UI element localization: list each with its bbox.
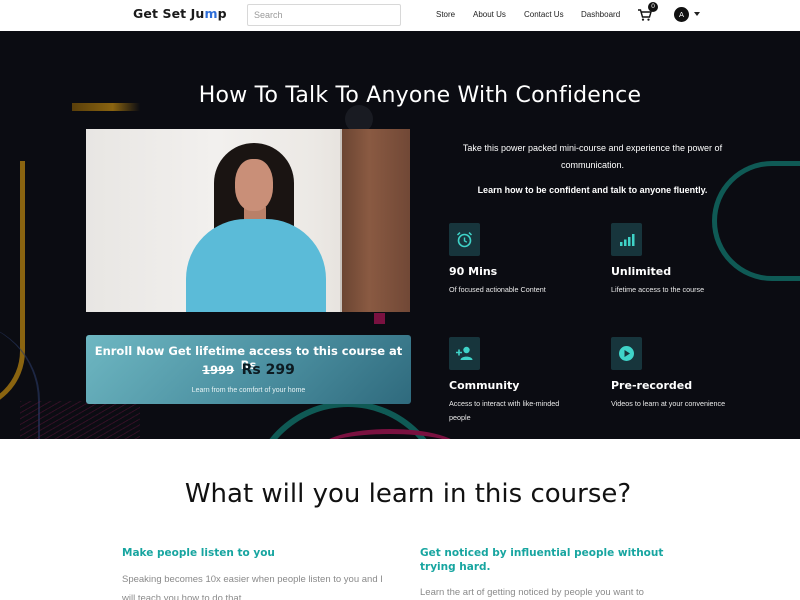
- add-person-icon: [449, 337, 480, 370]
- nav-link-contact-us[interactable]: Contact Us: [524, 10, 564, 19]
- feature-desc: Of focused actionable Content: [449, 285, 546, 294]
- course-intro-bold: Learn how to be confident and talk to an…: [477, 185, 708, 195]
- nav-link-store[interactable]: Store: [436, 10, 455, 19]
- top-navbar: Get Set Jump Store About Us Contact Us D…: [0, 0, 800, 31]
- decor-hatch: [20, 401, 140, 439]
- feature-title: Community: [449, 379, 520, 392]
- course-intro: Take this power packed mini-course and e…: [462, 143, 723, 170]
- decor-square-magenta: [374, 313, 385, 324]
- price-row: 1999 Rs 299: [86, 361, 411, 379]
- hero-section: How To Talk To Anyone With Confidence En…: [0, 31, 800, 439]
- feature-desc: Lifetime access to the course: [611, 285, 705, 294]
- alarm-clock-icon: [449, 223, 480, 256]
- course-title: How To Talk To Anyone With Confidence: [198, 83, 642, 108]
- feature-title: 90 Mins: [449, 265, 498, 278]
- logo-text-accent: m: [204, 6, 218, 21]
- new-price: Rs 299: [241, 362, 295, 378]
- learn-item-desc: Speaking becomes 10x easier when people …: [122, 574, 383, 600]
- learn-item-title: Get noticed by influential people withou…: [420, 547, 664, 573]
- video-background-door: [342, 129, 410, 312]
- old-price: 1999: [202, 363, 235, 377]
- signal-bars-icon: [611, 223, 642, 256]
- cart-count-badge: 0: [648, 2, 658, 12]
- chevron-down-icon[interactable]: [694, 12, 700, 16]
- decor-arc-teal-right: [712, 161, 800, 281]
- avatar[interactable]: A: [674, 7, 689, 22]
- enroll-subtext: Learn from the comfort of your home: [191, 387, 306, 394]
- play-circle-icon: [611, 337, 642, 370]
- logo-text-end: p: [217, 6, 227, 21]
- nav-link-dashboard[interactable]: Dashboard: [581, 10, 620, 19]
- learn-item-desc: Learn the art of getting noticed by peop…: [420, 587, 644, 598]
- site-logo[interactable]: Get Set Jump: [133, 6, 227, 21]
- nav-link-about-us[interactable]: About Us: [473, 10, 506, 19]
- feature-title: Unlimited: [611, 265, 672, 278]
- learn-item: Make people listen to you Speaking becom…: [122, 546, 392, 600]
- presenter-face: [235, 159, 273, 211]
- logo-text-start: Get Set Ju: [133, 6, 205, 21]
- feature-desc: Videos to learn at your convenience: [611, 399, 726, 408]
- feature-title: Pre-recorded: [611, 379, 693, 392]
- feature-desc: Access to interact with like-minded peop…: [449, 399, 560, 422]
- enroll-button[interactable]: Enroll Now Get lifetime access to this c…: [86, 335, 411, 404]
- search-input[interactable]: [247, 4, 401, 26]
- learn-item-title: Make people listen to you: [122, 547, 275, 559]
- learn-section-title: What will you learn in this course?: [184, 479, 632, 509]
- course-video-preview[interactable]: [86, 129, 410, 312]
- learn-item: Get noticed by influential people withou…: [420, 546, 700, 600]
